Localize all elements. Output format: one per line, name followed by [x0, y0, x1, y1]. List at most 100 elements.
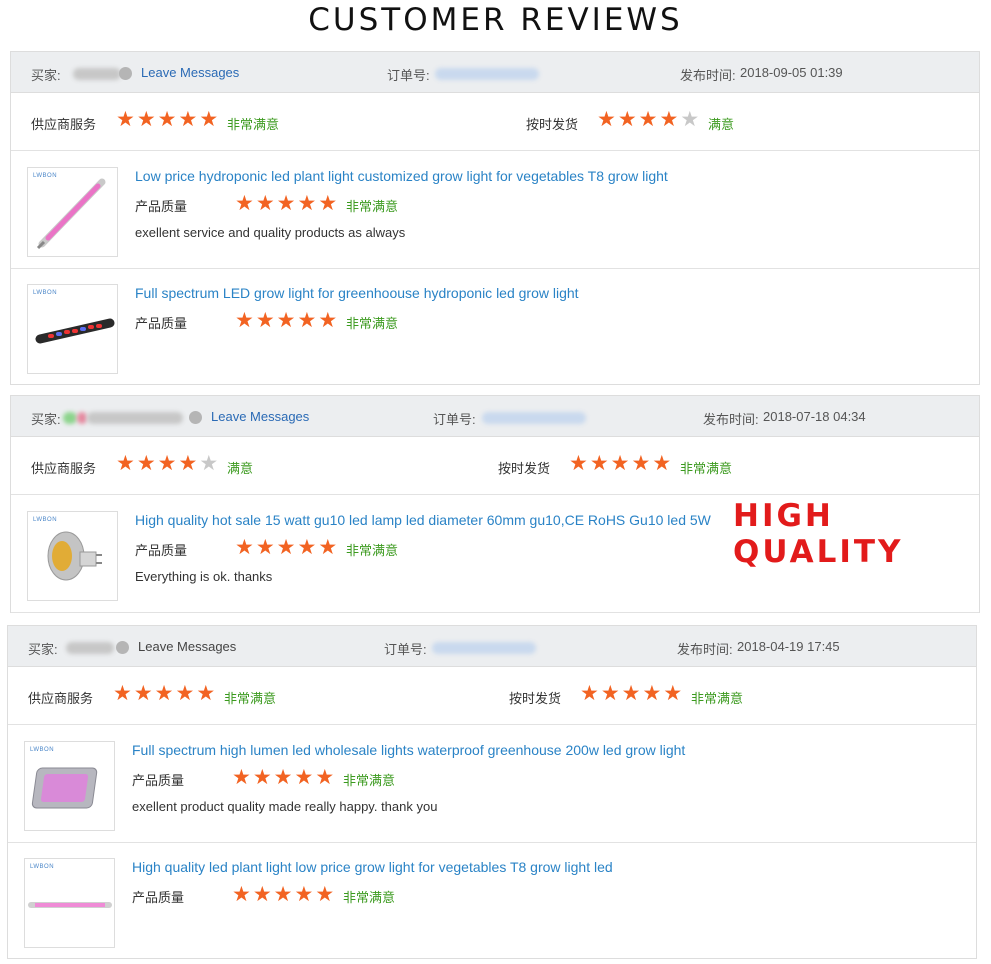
product-title-link[interactable]: Full spectrum high lumen led wholesale l…: [132, 742, 685, 758]
product-stars: ★★★★★: [235, 536, 339, 559]
star-filled-icon: ★: [597, 108, 616, 131]
product-quality-label: 产品质量: [135, 199, 188, 214]
star-filled-icon: ★: [297, 309, 317, 332]
star-filled-icon: ★: [252, 766, 272, 789]
review-header: 买家: Leave Messages 订单号: 发布时间: 2018-09-05…: [11, 52, 979, 93]
star-filled-icon: ★: [175, 682, 195, 705]
star-filled-icon: ★: [297, 192, 317, 215]
star-filled-icon: ★: [631, 452, 651, 475]
review-header: 买家: Leave Messages 订单号: 发布时间: 2018-04-19…: [8, 626, 976, 667]
supplier-stars: ★★★★★: [116, 108, 220, 131]
supplier-rating-text: 非常满意: [227, 117, 280, 132]
star-filled-icon: ★: [255, 309, 275, 332]
on-time-shipping-label: 按时发货: [526, 117, 579, 132]
order-no-label: 订单号:: [384, 642, 427, 657]
buyer-name: [73, 65, 121, 80]
brand-logo: LWBON: [30, 747, 55, 753]
order-no-value[interactable]: [482, 409, 586, 424]
star-filled-icon: ★: [136, 452, 156, 475]
product-quality-label: 产品质量: [132, 773, 185, 788]
on-time-shipping-label: 按时发货: [509, 691, 562, 706]
buyer-name: [63, 409, 183, 424]
shipping-stars: ★★★★★: [569, 452, 673, 475]
star-filled-icon: ★: [318, 309, 338, 332]
shipping-stars: ★★★★★: [597, 108, 701, 131]
order-no-value[interactable]: [432, 639, 536, 654]
star-filled-icon: ★: [276, 192, 296, 215]
star-filled-icon: ★: [659, 108, 679, 131]
star-filled-icon: ★: [276, 536, 296, 559]
review-comment: Everything is ok. thanks: [135, 569, 273, 584]
leave-messages-link[interactable]: Leave Messages: [141, 65, 239, 80]
star-filled-icon: ★: [315, 766, 335, 789]
grow-panel-image: [31, 767, 98, 809]
gu10-lamp-image: [47, 531, 102, 581]
page-title: CUSTOMER REVIEWS: [308, 2, 683, 38]
product-stars: ★★★★★: [235, 192, 339, 215]
review-comment: exellent product quality made really hap…: [132, 799, 438, 814]
service-rating-row: 供应商服务 ★★★★★ 满意 按时发货 ★★★★★ 非常满意: [11, 437, 979, 495]
star-filled-icon: ★: [273, 766, 293, 789]
star-filled-icon: ★: [600, 682, 620, 705]
product-thumbnail[interactable]: LWBON: [24, 741, 115, 831]
star-filled-icon: ★: [235, 192, 254, 215]
leave-messages-link[interactable]: Leave Messages: [211, 409, 309, 424]
published-label: 发布时间:: [703, 412, 759, 427]
review-card: 买家: Leave Messages 订单号: 发布时间: 2018-09-05…: [10, 51, 980, 385]
product-thumbnail[interactable]: LWBON: [27, 511, 118, 601]
product-title-link[interactable]: Low price hydroponic led plant light cus…: [135, 168, 668, 184]
star-filled-icon: ★: [157, 108, 177, 131]
supplier-service-label: 供应商服务: [31, 461, 97, 476]
product-title-link[interactable]: High quality led plant light low price g…: [132, 859, 613, 875]
star-filled-icon: ★: [255, 192, 275, 215]
star-filled-icon: ★: [580, 682, 599, 705]
published-date: 2018-07-18 04:34: [763, 409, 866, 424]
star-filled-icon: ★: [113, 682, 132, 705]
product-rating-text: 非常满意: [346, 316, 399, 331]
product-review: LWBON Low price hydroponic led plant lig…: [11, 151, 979, 269]
star-filled-icon: ★: [276, 309, 296, 332]
brand-logo: LWBON: [33, 517, 58, 523]
star-filled-icon: ★: [235, 309, 254, 332]
star-filled-icon: ★: [297, 536, 317, 559]
star-filled-icon: ★: [199, 108, 219, 131]
product-thumbnail[interactable]: LWBON: [27, 284, 118, 374]
order-no-label: 订单号:: [433, 412, 476, 427]
product-stars: ★★★★★: [235, 309, 339, 332]
star-filled-icon: ★: [652, 452, 672, 475]
info-icon[interactable]: [189, 409, 202, 425]
brand-logo: LWBON: [33, 173, 58, 179]
star-filled-icon: ★: [642, 682, 662, 705]
published-label: 发布时间:: [677, 642, 733, 657]
info-icon[interactable]: [116, 639, 129, 655]
led-bar-image: [35, 318, 115, 344]
product-stars: ★★★★★: [232, 766, 336, 789]
star-filled-icon: ★: [663, 682, 683, 705]
star-filled-icon: ★: [621, 682, 641, 705]
t8-tube-image: [28, 902, 112, 908]
product-title-link[interactable]: Full spectrum LED grow light for greenho…: [135, 285, 579, 301]
star-filled-icon: ★: [294, 766, 314, 789]
product-thumbnail[interactable]: LWBON: [24, 858, 115, 948]
high-quality-overlay: HIGH QUALITY: [733, 498, 904, 570]
buyer-name: [66, 639, 114, 654]
product-thumbnail[interactable]: LWBON: [27, 167, 118, 257]
star-filled-icon: ★: [569, 452, 588, 475]
star-filled-icon: ★: [294, 883, 314, 906]
product-title-link[interactable]: High quality hot sale 15 watt gu10 led l…: [135, 512, 711, 528]
supplier-rating-text: 非常满意: [224, 691, 277, 706]
star-filled-icon: ★: [273, 883, 293, 906]
info-icon[interactable]: [119, 65, 132, 81]
supplier-rating-text: 满意: [227, 461, 254, 476]
star-filled-icon: ★: [178, 108, 198, 131]
review-header: 买家: Leave Messages 订单号: 发布时间: 2018-07-18…: [11, 396, 979, 437]
star-filled-icon: ★: [235, 536, 254, 559]
product-rating-text: 非常满意: [346, 543, 399, 558]
star-filled-icon: ★: [318, 536, 338, 559]
order-no-value[interactable]: [435, 65, 539, 80]
published-date: 2018-09-05 01:39: [740, 65, 843, 80]
product-rating-text: 非常满意: [343, 890, 396, 905]
leave-messages-link[interactable]: Leave Messages: [138, 639, 236, 654]
star-filled-icon: ★: [116, 108, 135, 131]
star-filled-icon: ★: [255, 536, 275, 559]
